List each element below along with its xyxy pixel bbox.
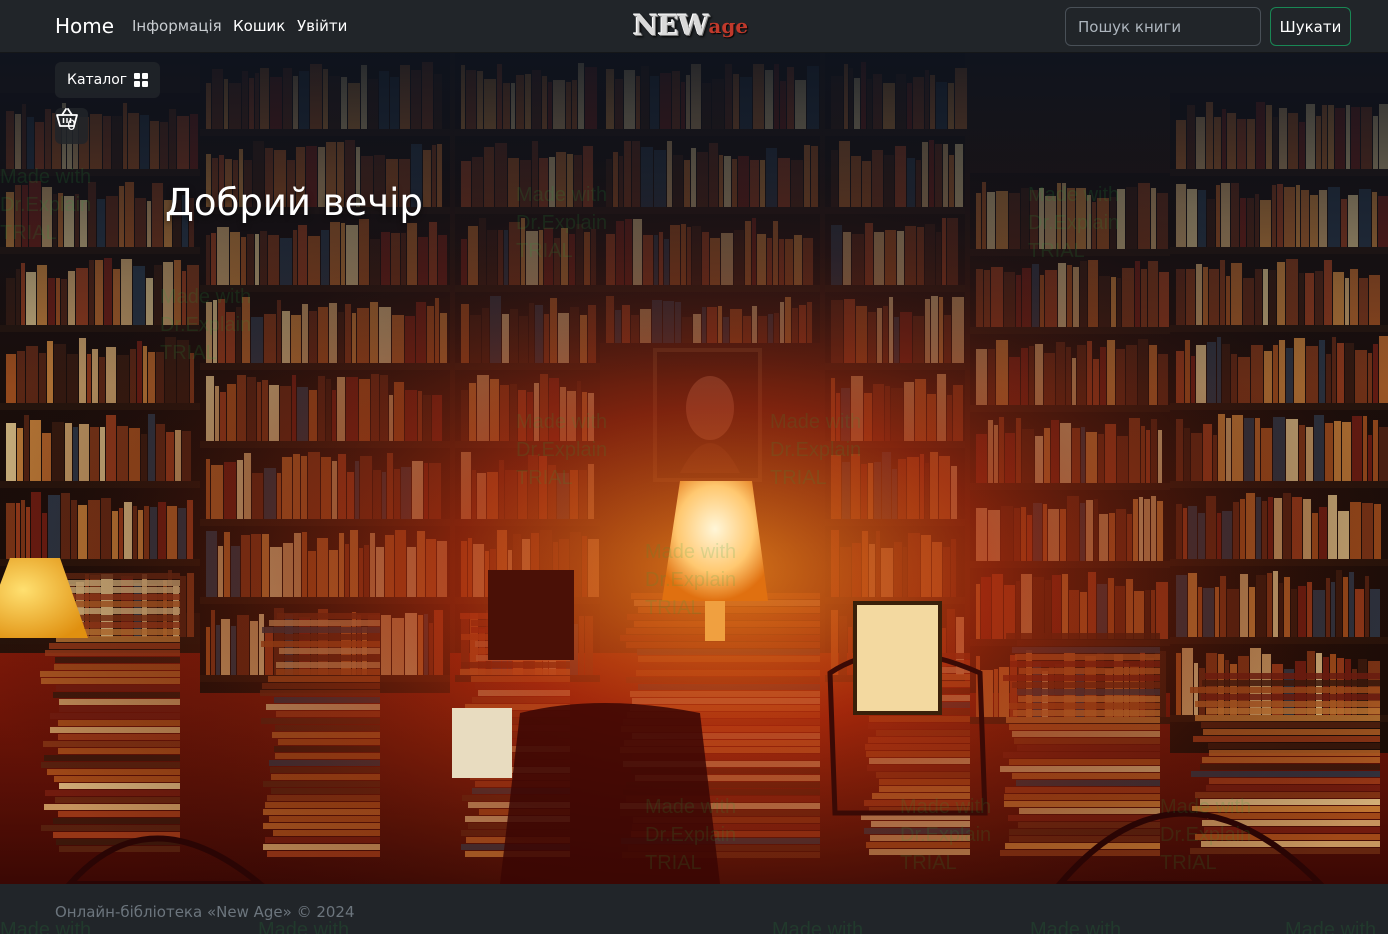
cart-button[interactable]: 0 bbox=[55, 108, 88, 144]
footer-copyright: Онлайн-бібліотека «New Age» © 2024 bbox=[55, 903, 355, 921]
site-logo[interactable]: NEWage bbox=[633, 9, 748, 43]
logo-age-text: age bbox=[708, 14, 749, 38]
catalog-label: Каталог bbox=[67, 72, 128, 88]
watermark-text: Made with bbox=[772, 919, 864, 934]
page-footer: Онлайн-бібліотека «New Age» © 2024 Made … bbox=[0, 884, 1388, 934]
watermark-text: Made with bbox=[1030, 919, 1122, 934]
search-button[interactable]: Шукати bbox=[1270, 7, 1351, 46]
nav-cart-link[interactable]: Кошик bbox=[233, 17, 285, 35]
top-navbar: Home Інформація Кошик Увійти NEWage Шука… bbox=[0, 0, 1388, 53]
hero-section: Made withDr.ExplainTRIAL Made withDr.Exp… bbox=[0, 53, 1388, 884]
nav-login-link[interactable]: Увійти bbox=[297, 17, 347, 35]
home-link[interactable]: Home bbox=[55, 14, 114, 38]
catalog-button[interactable]: Каталог bbox=[55, 62, 161, 98]
search-input[interactable] bbox=[1065, 7, 1261, 46]
nav-info-link[interactable]: Інформація bbox=[132, 17, 222, 35]
logo-new-text: NEW bbox=[633, 9, 709, 42]
grid-icon bbox=[134, 73, 149, 87]
watermark-text: Made with bbox=[1285, 919, 1377, 934]
basket-icon bbox=[56, 108, 78, 127]
library-background-image bbox=[0, 53, 1388, 884]
greeting-heading: Добрий вечір bbox=[165, 181, 423, 224]
